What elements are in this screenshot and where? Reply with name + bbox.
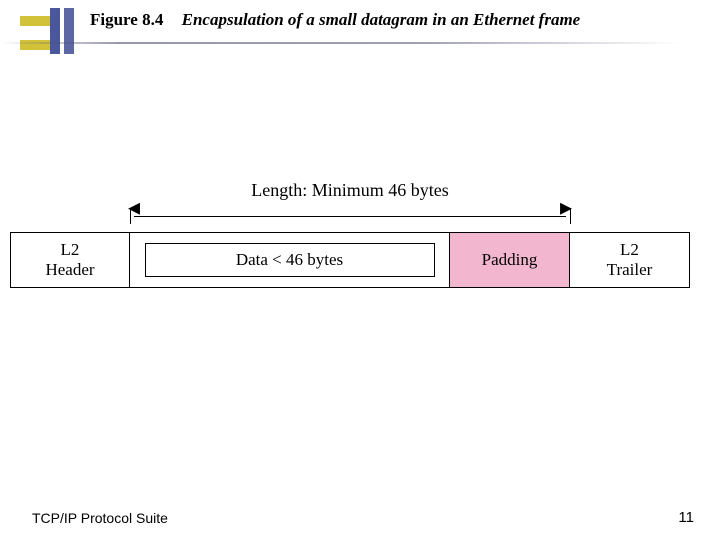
l2-trailer-cell: L2 Trailer <box>570 232 690 288</box>
slide-logo-icon <box>20 8 66 54</box>
title-divider <box>0 42 720 44</box>
figure-number: Figure 8.4 <box>90 10 163 29</box>
data-inner-box: Data < 46 bytes <box>145 243 435 277</box>
data-cell: Data < 46 bytes <box>130 232 450 288</box>
l2-header-label: L2 Header <box>45 240 94 279</box>
length-label: Length: Minimum 46 bytes <box>130 180 570 201</box>
padding-label: Padding <box>482 250 538 270</box>
arrow-right-icon: ▸ <box>560 196 572 220</box>
ethernet-frame-diagram: Length: Minimum 46 bytes ◂ ▸ L2 Header D… <box>10 210 710 288</box>
slide-title: Figure 8.4 Encapsulation of a small data… <box>90 10 700 30</box>
arrow-left-icon: ◂ <box>128 196 140 220</box>
footer-source: TCP/IP Protocol Suite <box>32 510 168 526</box>
l2-trailer-label: L2 Trailer <box>607 240 653 279</box>
span-arrow-line <box>134 216 566 217</box>
frame-row: L2 Header Data < 46 bytes Padding L2 Tra… <box>10 232 710 288</box>
l2-header-cell: L2 Header <box>10 232 130 288</box>
padding-cell: Padding <box>450 232 570 288</box>
figure-caption: Encapsulation of a small datagram in an … <box>182 10 581 29</box>
page-number: 11 <box>678 509 694 526</box>
data-label: Data < 46 bytes <box>236 250 343 270</box>
